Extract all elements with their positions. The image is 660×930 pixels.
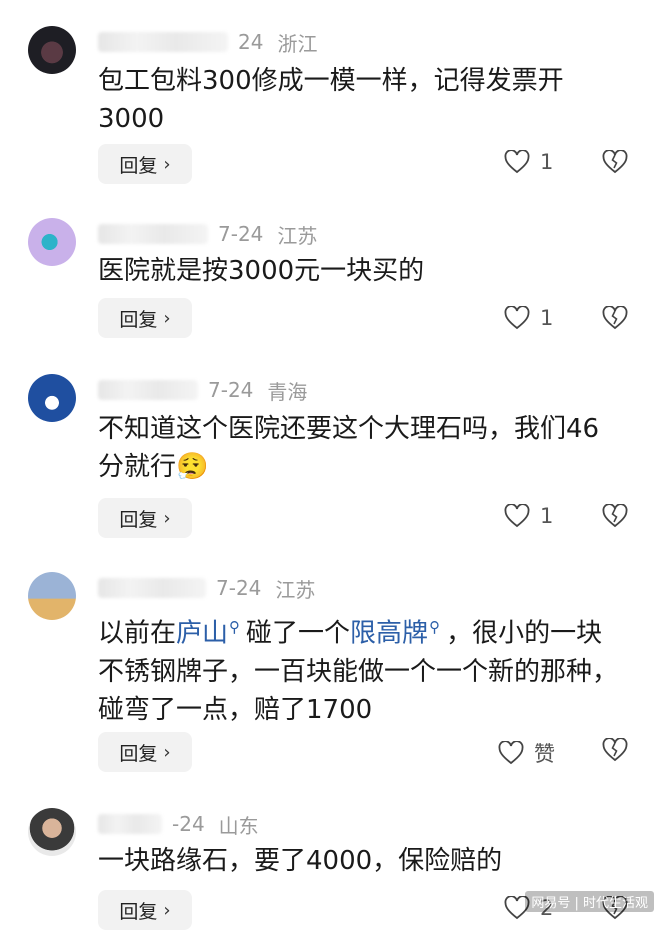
watermark: 网易号 | 时代生活观 — [525, 891, 654, 912]
search-icon: ⚲ — [229, 618, 241, 636]
chevron-right-icon: › — [163, 507, 171, 529]
comment-text: 医院就是按3000元一块买的 — [98, 256, 425, 286]
avatar[interactable] — [28, 26, 76, 74]
avatar[interactable] — [28, 572, 76, 620]
comment-date: 7-24 — [208, 378, 254, 402]
comment-meta: 7-24 江苏 — [98, 574, 315, 602]
search-icon: ⚲ — [429, 618, 441, 636]
reply-button[interactable]: 回复 › — [98, 732, 192, 772]
broken-heart-icon — [602, 503, 628, 528]
search-link-height-limit[interactable]: 限高牌 — [350, 619, 428, 649]
username-redacted — [98, 224, 208, 244]
chevron-right-icon: › — [163, 153, 171, 175]
reply-button[interactable]: 回复 › — [98, 890, 192, 930]
like-count: 1 — [540, 504, 554, 528]
comment-text: 以前在庐山⚲ 碰了一个限高牌⚲ ，很小的一块不锈钢牌子，一百块能做一个一个新的那种，… — [98, 608, 628, 729]
comment-text: 不知道这个医院还要这个大理石吗，我们46 分就行😮‍💨 — [98, 410, 628, 486]
reply-label: 回复 — [119, 742, 158, 765]
like-button[interactable]: 赞 — [498, 738, 555, 768]
reply-label: 回复 — [119, 900, 158, 923]
broken-heart-icon — [602, 305, 628, 330]
like-button[interactable]: 1 — [504, 150, 553, 174]
chevron-right-icon: › — [163, 899, 171, 921]
reply-label: 回复 — [119, 154, 158, 177]
comment-text-part: 分就行 — [98, 452, 177, 482]
chevron-right-icon: › — [163, 741, 171, 763]
reply-button[interactable]: 回复 › — [98, 298, 192, 338]
comment-date: 7-24 — [216, 576, 262, 600]
broken-heart-icon — [602, 737, 628, 762]
broken-heart-icon — [602, 149, 628, 174]
comment-date: 24 — [238, 30, 264, 54]
avatar[interactable] — [28, 218, 76, 266]
search-link-lushan[interactable]: 庐山 — [176, 619, 228, 649]
comment-text-line: 分就行😮‍💨 — [98, 448, 628, 486]
comment-location: 青海 — [267, 379, 308, 404]
reply-button[interactable]: 回复 › — [98, 144, 192, 184]
comment-meta: 7-24 青海 — [98, 376, 307, 404]
dislike-button[interactable] — [602, 305, 628, 334]
heart-icon — [498, 741, 524, 765]
username-redacted — [98, 380, 198, 400]
heart-icon — [504, 504, 530, 528]
comment-text-part: 碰了一个 — [246, 618, 351, 649]
comment-location: 江苏 — [277, 223, 318, 248]
dislike-button[interactable] — [602, 737, 628, 766]
comment-text: 包工包料300修成一模一样，记得发票开3000 — [98, 66, 564, 134]
username-redacted — [98, 32, 228, 52]
comment-text: 一块路缘石，要了4000，保险赔的 — [98, 846, 503, 876]
like-count: 1 — [540, 150, 554, 174]
comment-location: 山东 — [218, 813, 259, 838]
comment-meta: 7-24 江苏 — [98, 220, 317, 248]
like-button[interactable]: 1 — [504, 504, 553, 528]
heart-icon — [504, 150, 530, 174]
like-button[interactable]: 1 — [504, 306, 553, 330]
comment-location: 江苏 — [275, 577, 316, 602]
emoji: 😮‍💨 — [176, 452, 209, 482]
dislike-button[interactable] — [602, 149, 628, 178]
dislike-button[interactable] — [602, 503, 628, 532]
reply-label: 回复 — [119, 308, 158, 331]
comment-meta: -24 山东 — [98, 810, 259, 838]
comment-date: -24 — [172, 812, 205, 836]
reply-button[interactable]: 回复 › — [98, 498, 192, 538]
heart-icon — [504, 306, 530, 330]
avatar[interactable] — [28, 374, 76, 422]
comment-meta: 24 浙江 — [98, 28, 317, 56]
comment-date: 7-24 — [218, 222, 264, 246]
username-redacted — [98, 578, 206, 598]
comment-text-line: 不知道这个医院还要这个大理石吗，我们46 — [98, 414, 600, 444]
comment-location: 浙江 — [277, 31, 318, 56]
like-label: 赞 — [534, 742, 555, 766]
username-redacted — [98, 814, 162, 834]
avatar[interactable] — [28, 808, 76, 856]
reply-label: 回复 — [119, 508, 158, 531]
chevron-right-icon: › — [163, 307, 171, 329]
like-count: 1 — [540, 306, 554, 330]
comment-text-part: 以前在 — [98, 618, 177, 649]
